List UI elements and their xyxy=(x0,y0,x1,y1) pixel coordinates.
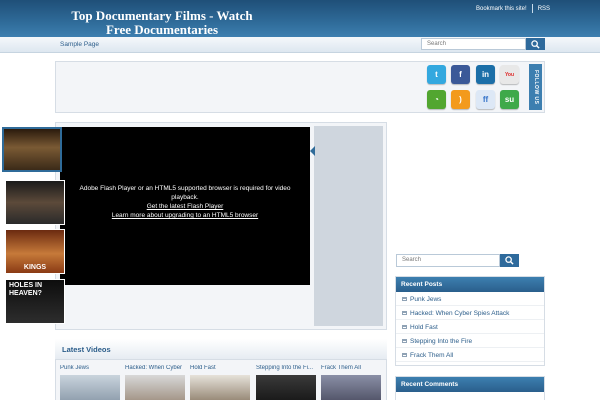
recent-post-link[interactable]: Punk Jews xyxy=(396,292,544,306)
latest-video-title[interactable]: Frack Them All xyxy=(321,365,381,371)
latest-video-title[interactable]: Hacked: When Cyber xyxy=(125,365,185,371)
latest-video-thumb[interactable] xyxy=(125,375,185,400)
player-message: Adobe Flash Player or an HTML5 supported… xyxy=(79,185,291,201)
post-label: Stepping Into the Fire xyxy=(410,338,473,345)
thumb-caption: KINGS xyxy=(23,264,47,271)
search-icon xyxy=(505,256,514,265)
folder-icon xyxy=(402,297,407,301)
widget-title: Recent Comments xyxy=(396,377,544,392)
search-input[interactable]: Search xyxy=(421,38,526,50)
recent-post-link[interactable]: Stepping Into the Fire xyxy=(396,334,544,348)
latest-videos-title: Latest Videos xyxy=(62,345,111,354)
youtube-icon[interactable]: You xyxy=(500,65,519,84)
sidebar-search-input[interactable]: Search xyxy=(396,254,500,267)
post-label: Punk Jews xyxy=(410,296,442,303)
video-thumbnail-strip xyxy=(314,126,383,326)
rss-link[interactable]: RSS xyxy=(538,6,550,12)
stumbleupon-icon[interactable]: su xyxy=(500,90,519,109)
video-player[interactable]: Adobe Flash Player or an HTML5 supported… xyxy=(60,127,310,285)
latest-video-thumb[interactable] xyxy=(190,375,250,400)
latest-video-title[interactable]: Hold Fast xyxy=(190,365,250,371)
flash-player-link[interactable]: Get the latest Flash Player xyxy=(60,202,310,211)
thumb-caption: HOLES IN HEAVEN? xyxy=(9,282,43,297)
folder-icon xyxy=(402,311,407,315)
follow-us-tab[interactable]: FOLLOW US xyxy=(529,64,542,110)
recent-comments-widget: Recent Comments xyxy=(395,376,545,400)
recent-post-link[interactable]: Frack Them All xyxy=(396,348,544,362)
post-label: Hold Fast xyxy=(410,324,438,331)
video-thumb-4[interactable]: HOLES IN HEAVEN? xyxy=(5,279,65,324)
latest-video-thumb[interactable] xyxy=(256,375,316,400)
latest-video-thumb[interactable] xyxy=(321,375,381,400)
social-panel xyxy=(55,61,545,113)
feedburner-icon[interactable]: ◔ xyxy=(427,90,446,109)
video-thumb-2[interactable] xyxy=(5,180,65,225)
video-thumb-3[interactable]: KINGS xyxy=(5,229,65,274)
recent-post-link[interactable]: Hold Fast xyxy=(396,320,544,334)
search-icon xyxy=(531,39,540,49)
nav-item-sample-page[interactable]: Sample Page xyxy=(60,41,99,48)
bookmark-link[interactable]: Bookmark this site! xyxy=(476,6,527,12)
twitter-icon[interactable]: t xyxy=(427,65,446,84)
header-links: Bookmark this site! RSS xyxy=(476,4,550,13)
linkedin-icon[interactable]: in xyxy=(476,65,495,84)
latest-video-title[interactable]: Stepping Into the Fi... xyxy=(256,365,318,371)
recent-posts-widget: Recent Posts Punk Jews Hacked: When Cybe… xyxy=(395,276,545,366)
post-label: Hacked: When Cyber Spies Attack xyxy=(410,310,510,317)
post-label: Frack Them All xyxy=(410,352,454,359)
search-button[interactable] xyxy=(526,38,545,50)
video-thumb-1[interactable] xyxy=(2,127,62,172)
html5-browser-link[interactable]: Learn more about upgrading to an HTML5 b… xyxy=(60,211,310,220)
sidebar-search-button[interactable] xyxy=(500,254,519,267)
divider xyxy=(531,4,533,13)
folder-icon xyxy=(402,339,407,343)
widget-title: Recent Posts xyxy=(396,277,544,292)
folder-icon xyxy=(402,353,407,357)
active-thumb-pointer xyxy=(310,146,315,156)
latest-video-thumb[interactable] xyxy=(60,375,120,400)
site-title[interactable]: Top Documentary Films - Watch Free Docum… xyxy=(62,9,262,37)
folder-icon xyxy=(402,325,407,329)
facebook-icon[interactable]: f xyxy=(451,65,470,84)
friendfeed-icon[interactable]: ff xyxy=(476,90,495,109)
site-header: Top Documentary Films - Watch Free Docum… xyxy=(0,0,600,37)
rss-icon[interactable]: ) xyxy=(451,90,470,109)
recent-post-link[interactable]: Hacked: When Cyber Spies Attack xyxy=(396,306,544,320)
latest-video-title[interactable]: Punk Jews xyxy=(60,365,120,371)
